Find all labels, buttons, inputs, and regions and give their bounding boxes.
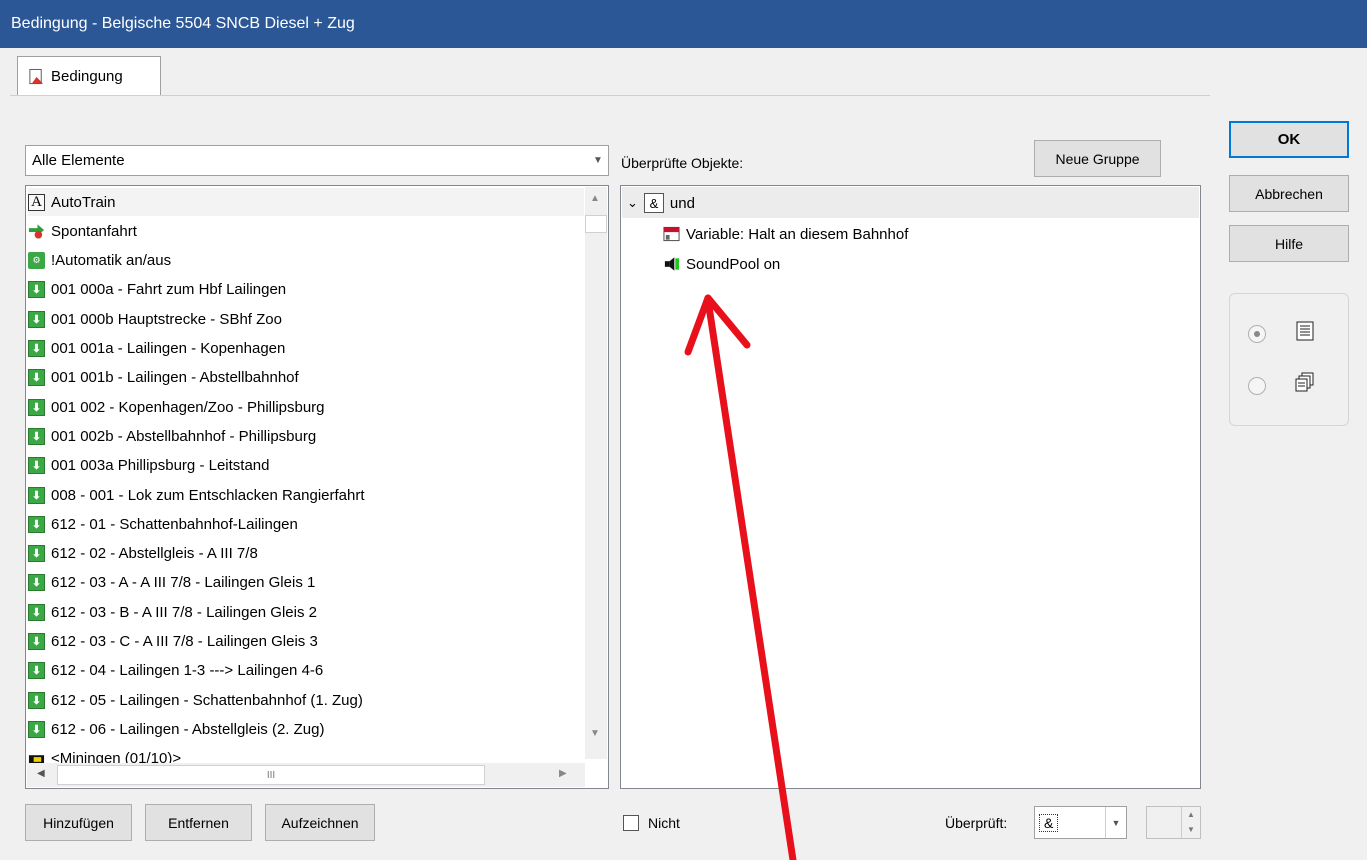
annotation-arrow-icon: [684, 294, 797, 860]
